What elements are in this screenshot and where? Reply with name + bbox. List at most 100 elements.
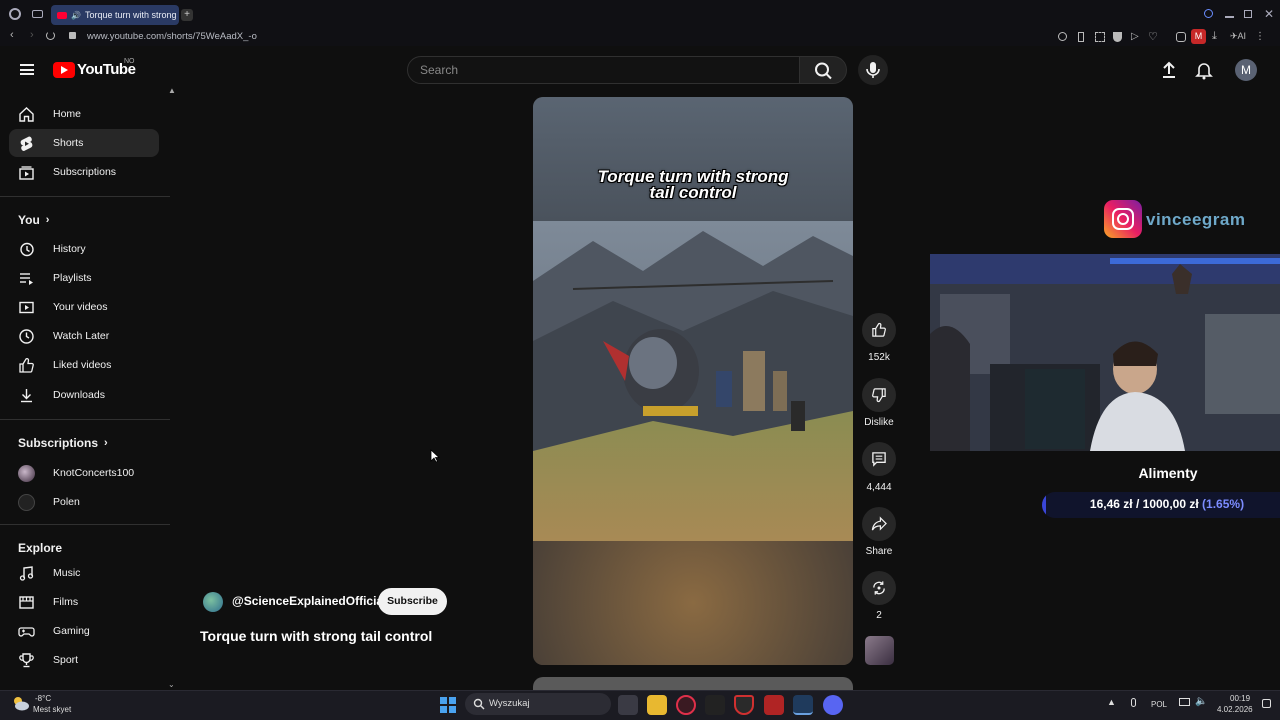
notifications-tray-icon[interactable] — [1262, 699, 1271, 708]
share-button[interactable] — [862, 507, 896, 541]
video-caption-line: tail control — [649, 183, 737, 202]
clock-time[interactable]: 00:19 — [1230, 694, 1250, 703]
sidebar-item-gaming[interactable]: Gaming — [9, 617, 159, 645]
weather-icon[interactable] — [10, 694, 30, 712]
channel-avatar[interactable] — [203, 592, 223, 612]
sidebar-item-playlists[interactable]: Playlists — [9, 264, 159, 292]
back-icon[interactable]: ‹ — [10, 29, 14, 41]
discord-icon[interactable] — [823, 695, 843, 715]
remix-button[interactable] — [862, 571, 896, 605]
sidebar-item-subscriptions[interactable]: Subscriptions — [9, 158, 159, 186]
search-tabs-icon[interactable] — [1204, 9, 1213, 18]
sidebar-scroll-down-icon[interactable]: ⌄ — [168, 680, 175, 689]
sidebar-item-your-videos[interactable]: Your videos — [9, 293, 159, 321]
weather-temperature[interactable]: -8°C — [35, 694, 51, 703]
channel-name[interactable]: @ScienceExplainedOfficial — [232, 594, 386, 608]
forward-icon[interactable]: › — [30, 29, 34, 41]
sidebar-item-label: Your videos — [53, 301, 108, 313]
pin-icon[interactable] — [1078, 32, 1084, 42]
file-explorer-icon[interactable] — [647, 695, 667, 715]
weather-description[interactable]: Mest skyet — [33, 705, 71, 714]
comments-button[interactable] — [862, 442, 896, 476]
heart-icon[interactable]: ♡ — [1148, 30, 1158, 43]
voice-search-button[interactable] — [858, 55, 888, 85]
sidebar-item-channel[interactable]: Polen — [9, 488, 159, 516]
liked-videos-icon — [19, 357, 34, 373]
menu-icon[interactable]: ⋮ — [1255, 31, 1265, 42]
like-button[interactable] — [862, 313, 896, 347]
microphone-tray-icon[interactable] — [1131, 698, 1136, 707]
opera-logo-icon[interactable] — [9, 8, 21, 20]
comment-count: 4,444 — [866, 482, 892, 493]
history-icon — [20, 242, 34, 257]
sidebar-item-shorts[interactable]: Shorts — [9, 129, 159, 157]
audio-thumbnail[interactable] — [865, 636, 894, 665]
sidebar-item-label: Home — [53, 108, 82, 120]
sidebar-item-downloads[interactable]: Downloads — [9, 381, 159, 409]
steam-icon[interactable] — [793, 695, 813, 715]
play-icon[interactable]: ▷ — [1131, 31, 1139, 42]
security-shield-icon[interactable] — [734, 695, 754, 715]
input-language[interactable]: POL — [1151, 700, 1167, 709]
films-icon — [19, 596, 34, 609]
create-button[interactable] — [1159, 60, 1179, 80]
maximize-icon[interactable] — [1244, 10, 1252, 18]
taskbar-search[interactable]: Wyszukaj — [465, 693, 611, 715]
notifications-button[interactable] — [1194, 60, 1214, 80]
sidebar-item-history[interactable]: History — [9, 235, 159, 263]
display-icon[interactable] — [1179, 698, 1190, 706]
subscribe-button[interactable]: Subscribe — [378, 588, 447, 615]
screenshot-icon[interactable] — [1095, 32, 1105, 42]
minimize-icon[interactable] — [1225, 16, 1234, 18]
opera-gx-icon[interactable] — [676, 695, 696, 715]
sidebar-item-label: Subscriptions — [53, 166, 117, 178]
sidebar-heading-subscriptions[interactable]: Subscriptions › — [18, 436, 108, 450]
system-tray-chevron-icon[interactable]: ▲ — [1107, 697, 1116, 707]
volume-icon[interactable]: 🔈 — [1195, 696, 1207, 707]
close-icon[interactable]: ✕ — [1264, 7, 1274, 21]
shield-icon[interactable] — [1113, 32, 1122, 42]
donation-goal-percent: (1.65%) — [1202, 497, 1245, 511]
zoom-icon[interactable] — [1058, 32, 1067, 41]
share-icon — [871, 516, 887, 531]
profile-badge[interactable]: M — [1191, 29, 1206, 44]
task-view-icon[interactable] — [618, 695, 638, 715]
game-app-icon[interactable] — [764, 695, 784, 715]
tab-active[interactable]: 🔊 Torque turn with stron​g — [51, 5, 179, 25]
sidebar-scroll-up-icon[interactable]: ▲ — [168, 86, 176, 95]
new-tab-button[interactable]: + — [181, 9, 193, 21]
sidebar-item-watch-later[interactable]: Watch Later — [9, 322, 159, 350]
search-button[interactable] — [799, 56, 847, 84]
tab-switcher-icon[interactable] — [32, 10, 43, 18]
next-short-preview[interactable] — [533, 677, 853, 690]
sidebar-item-music[interactable]: Music — [9, 559, 159, 587]
ai-icon[interactable]: ✈AI — [1230, 31, 1246, 42]
extensions-icon[interactable] — [1176, 32, 1186, 42]
channel-avatar — [18, 465, 35, 482]
sidebar-item-home[interactable]: Home — [9, 100, 159, 128]
shorts-video-player[interactable]: Torque turn with strong tail control — [533, 97, 853, 665]
your-videos-icon — [19, 301, 34, 314]
search-input[interactable]: Search — [407, 56, 800, 84]
terminal-icon[interactable] — [705, 695, 725, 715]
sidebar-item-films[interactable]: Films — [9, 588, 159, 616]
shorts-icon — [20, 136, 33, 151]
clock-date[interactable]: 4.02.2026 — [1217, 705, 1253, 714]
sidebar-item-label: Liked videos — [53, 359, 112, 371]
sidebar-item-liked-videos[interactable]: Liked videos — [9, 351, 159, 379]
download-icon[interactable]: ⤓ — [1212, 30, 1217, 43]
tab-title: Torque turn with stron​g — [84, 10, 177, 20]
sidebar-item-channel[interactable]: KnotConcerts100 — [9, 459, 159, 487]
sidebar-heading-label: Subscriptions — [18, 436, 99, 450]
start-button[interactable] — [440, 697, 456, 713]
url-field[interactable]: www.youtube.com/shorts/75WeAadX_-o — [87, 31, 257, 42]
reload-icon[interactable] — [46, 31, 55, 40]
sidebar-item-sport[interactable]: Sport — [9, 646, 159, 674]
sidebar-heading-you[interactable]: You › — [18, 213, 49, 227]
short-title[interactable]: Torque turn with strong tail control — [200, 628, 432, 644]
taskbar-search-label: Wyszukaj — [489, 698, 530, 709]
speaker-icon[interactable]: 🔊 — [71, 11, 81, 20]
avatar[interactable]: M — [1235, 59, 1257, 81]
dislike-button[interactable] — [862, 378, 896, 412]
video-frame — [533, 221, 853, 541]
